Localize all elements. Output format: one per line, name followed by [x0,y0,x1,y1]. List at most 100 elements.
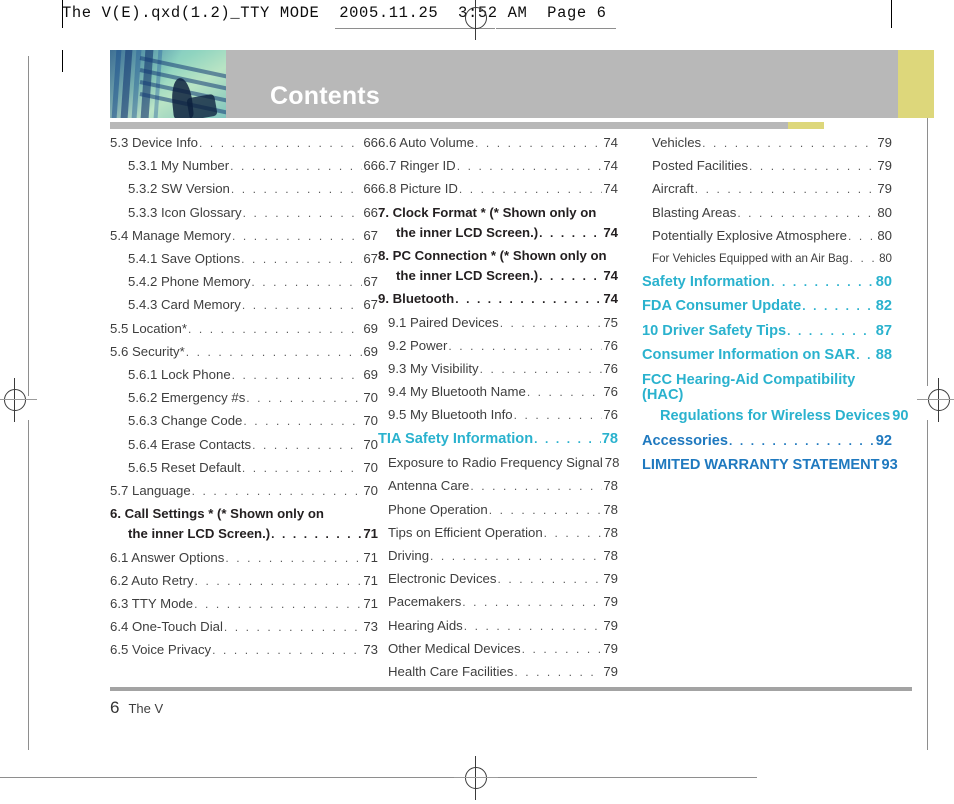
toc-entry[interactable]: Aircraft. . . . . . . . . . . . . . . . … [642,182,892,195]
toc-entry[interactable]: 9.1 Paired Devices. . . . . . . . . . . … [378,314,618,330]
toc-page-number: 78 [603,501,618,517]
toc-entry-label: Accessories [642,432,729,449]
toc-entry-label: 6.2 Auto Retry [110,572,194,588]
toc-entry-label: Pacemakers [388,594,462,610]
toc-entry[interactable]: 5.3 Device Info. . . . . . . . . . . . .… [110,136,378,149]
toc-entry[interactable]: Safety Information. . . . . . . . . . . … [642,275,892,290]
toc-page-number: 74 [603,291,618,307]
toc-entry[interactable]: 5.3.3 Icon Glossary. . . . . . . . . . .… [110,205,378,218]
toc-entry[interactable]: 5.6 Security*. . . . . . . . . . . . . .… [110,345,378,358]
toc-page-number: 76 [603,407,618,423]
toc-page-number: 76 [603,384,618,400]
toc-leader-dots: . . . . . . . . . . . . . . . . . . . . … [194,598,363,611]
toc-entry[interactable]: 5.6.2 Emergency #s. . . . . . . . . . . … [110,391,378,404]
toc-entry[interactable]: Consumer Information on SAR. . . . . . .… [642,348,892,363]
toc-entry[interactable]: Electronic Devices. . . . . . . . . . . … [378,572,618,585]
toc-leader-dots: . . . . . . . . . . . . . . . . . . . . … [456,160,603,173]
toc-entry[interactable]: 5.5 Location*. . . . . . . . . . . . . .… [110,321,378,334]
toc-entry[interactable]: 5.6.3 Change Code. . . . . . . . . . . .… [110,414,378,427]
toc-leader-dots: . . . . . . . . . . . . . . . . . . . . … [499,316,603,329]
toc-entry[interactable]: Blasting Areas. . . . . . . . . . . . . … [642,205,892,218]
toc-entry-label-continued: the inner LCD Screen.). . . . . . . . . … [128,526,378,542]
toc-entry[interactable]: FDA Consumer Update. . . . . . . . . . .… [642,299,892,314]
toc-entry[interactable]: TIA Safety Information. . . . . . . . . … [378,432,618,447]
toc-entry[interactable]: 9. Bluetooth. . . . . . . . . . . . . . … [378,292,618,305]
toc-entry[interactable]: 6.2 Auto Retry. . . . . . . . . . . . . … [110,574,378,587]
toc-entry[interactable]: Pacemakers. . . . . . . . . . . . . . . … [378,595,618,608]
toc-entry[interactable]: Health Care Facilities. . . . . . . . . … [378,665,618,678]
registration-circle-icon [465,7,487,29]
toc-entry-label: 5.6.3 Change Code [128,413,243,429]
toc-entry-label: 5.4.1 Save Options [128,251,241,267]
toc-page-number: 79 [603,594,618,610]
toc-entry[interactable]: 5.3.1 My Number. . . . . . . . . . . . .… [110,159,378,172]
toc-page-number: 79 [603,571,618,587]
toc-entry[interactable]: 6.6 Auto Volume. . . . . . . . . . . . .… [378,136,618,149]
toc-entry[interactable]: 6.7 Ringer ID. . . . . . . . . . . . . .… [378,159,618,172]
toc-leader-dots: . . . . . . . . . . . . . . . . . . . . … [223,621,362,634]
toc-entry[interactable]: 8. PC Connection * (* Shown only on the i… [378,249,618,283]
toc-entry[interactable]: For Vehicles Equipped with an Air Bag. .… [642,252,892,265]
toc-entry[interactable]: 10 Driver Safety Tips. . . . . . . . . .… [642,324,892,339]
toc-entry[interactable]: 7. Clock Format * (* Shown only on the in… [378,205,618,239]
toc-page-number: 79 [603,664,618,680]
toc-entry-label: 9.1 Paired Devices [388,314,499,330]
toc-entry[interactable]: 5.7 Language. . . . . . . . . . . . . . … [110,484,378,497]
toc-leader-dots: . . . . . . . . . . . . . . . . . . . . … [251,276,362,289]
toc-leader-dots: . . . . . . . . . . . . . . . . . . . . … [514,666,602,679]
toc-entry[interactable]: Driving. . . . . . . . . . . . . . . . .… [378,549,618,562]
toc-entry[interactable]: Phone Operation. . . . . . . . . . . . .… [378,501,618,517]
toc-page-number: 70 [363,459,378,475]
toc-entry[interactable]: Posted Facilities. . . . . . . . . . . .… [642,159,892,172]
toc-entry-label: Potentially Explosive Atmosphere [652,227,847,243]
toc-entry[interactable]: 5.6.1 Lock Phone. . . . . . . . . . . . … [110,368,378,381]
toc-entry[interactable]: 6.5 Voice Privacy. . . . . . . . . . . .… [110,643,378,656]
toc-entry[interactable]: 5.6.5 Reset Default. . . . . . . . . . .… [110,461,378,474]
toc-entry[interactable]: 9.3 My Visibility. . . . . . . . . . . .… [378,362,618,375]
toc-entry[interactable]: Antenna Care. . . . . . . . . . . . . . … [378,479,618,492]
toc-entry[interactable]: 5.4.1 Save Options. . . . . . . . . . . … [110,252,378,265]
toc-entry[interactable]: 5.4.3 Card Memory. . . . . . . . . . . .… [110,298,378,311]
toc-entry[interactable]: 5.3.2 SW Version. . . . . . . . . . . . … [110,182,378,195]
toc-entry-label: 9.2 Power [388,337,448,353]
toc-leader-dots: . . . . . . . . . . . . . . . . . . . . … [694,183,877,196]
trim-line-left-lower [28,420,29,750]
registration-circle-icon [465,767,487,789]
toc-entry[interactable]: Potentially Explosive Atmosphere. . . . … [642,229,892,242]
toc-entry[interactable]: FCC Hearing-Aid Compatibility (HAC) Regul… [642,373,908,424]
toc-entry[interactable]: Vehicles. . . . . . . . . . . . . . . . … [642,136,892,149]
toc-entry[interactable]: 6.1 Answer Options. . . . . . . . . . . … [110,550,378,563]
footer-rule [110,687,912,691]
toc-entry[interactable]: 5.4 Manage Memory. . . . . . . . . . . .… [110,229,378,242]
toc-entry[interactable]: 9.4 My Bluetooth Name. . . . . . . . . .… [378,385,618,398]
toc-leader-dots: . . . . . . . . . . . . . . . . . . . . … [702,137,876,149]
toc-entry[interactable]: 5.6.4 Erase Contacts. . . . . . . . . . … [110,437,378,450]
toc-page-number: 71 [363,526,378,542]
toc-entry[interactable]: 9.5 My Bluetooth Info. . . . . . . . . .… [378,408,618,421]
toc-page-number: 80 [877,227,892,243]
toc-entry[interactable]: 6. Call Settings * (* Shown only on the i… [110,507,378,542]
toc-entry-label: 5.6.1 Lock Phone [128,367,231,383]
toc-leader-dots: . . . . . . . . . . . . . . . . . . . . … [475,137,602,149]
toc-entry-label: TIA Safety Information [378,430,534,447]
toc-entry-label: Phone Operation [388,501,488,517]
toc-page-number: 78 [603,478,618,494]
toc-entry[interactable]: Exposure to Radio Frequency Signal 78 [378,456,619,469]
toc-entry[interactable]: Accessories. . . . . . . . . . . . . . .… [642,434,892,449]
toc-entry-label: 5.4 Manage Memory [110,227,231,243]
toc-entry[interactable]: Other Medical Devices. . . . . . . . . .… [378,642,618,655]
toc-entry[interactable]: 6.4 One-Touch Dial. . . . . . . . . . . … [110,620,378,633]
toc-leader-dots: . . . . . . . . . . . . . . . . . . . . … [448,339,602,352]
toc-entry[interactable]: 6.8 Picture ID. . . . . . . . . . . . . … [378,182,618,195]
header-underbar-accent [788,122,824,129]
toc-entry[interactable]: LIMITED WARRANTY STATEMENT. . . . . . . … [642,458,898,473]
toc-entry-label: Antenna Care [388,478,470,494]
toc-entry[interactable]: 6.3 TTY Mode. . . . . . . . . . . . . . … [110,597,378,610]
toc-entry[interactable]: 5.4.2 Phone Memory. . . . . . . . . . . … [110,275,378,288]
registration-circle-icon [928,389,950,411]
toc-entry[interactable]: Hearing Aids. . . . . . . . . . . . . . … [378,617,618,633]
toc-entry[interactable]: 9.2 Power. . . . . . . . . . . . . . . .… [378,339,618,352]
toc-entry[interactable]: Tips on Efficient Operation. . . . . . .… [378,526,618,539]
toc-page-number: 79 [603,617,618,633]
toc-entry-label: Posted Facilities [652,158,749,174]
